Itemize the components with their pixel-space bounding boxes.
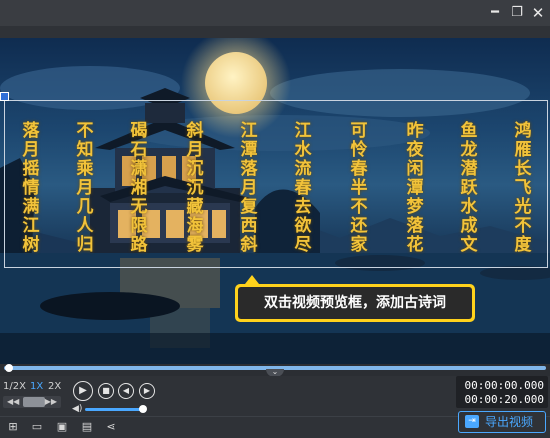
- poem-line: 落月摇情满江树: [22, 121, 40, 255]
- stop-icon[interactable]: ■: [98, 383, 114, 399]
- save-icon[interactable]: ▣: [55, 420, 69, 434]
- tooltip-text: 双击视频预览框，添加古诗词: [238, 287, 472, 319]
- export-video-button[interactable]: ⇥ 导出视频: [458, 411, 546, 433]
- new-project-icon[interactable]: ⊞: [6, 420, 20, 434]
- open-folder-icon[interactable]: ▭: [30, 420, 44, 434]
- volume-knob[interactable]: [139, 405, 147, 413]
- rewind-icon[interactable]: ◀◀: [7, 396, 19, 408]
- app-window: ━ ❐ ✕ 鸿雁长飞光不度 鱼龙潜跃水成文 昨夜闲潭梦落花 可怜春半不还家 江水…: [0, 0, 550, 438]
- minimize-icon[interactable]: ━: [486, 4, 504, 22]
- speed-option-2x[interactable]: 2X: [48, 380, 61, 394]
- speed-slider-thumb[interactable]: [23, 397, 45, 407]
- volume-slider[interactable]: [85, 408, 145, 411]
- speed-option-half[interactable]: 1/2X: [3, 380, 26, 394]
- poem-line: 可怜春半不还家: [350, 121, 368, 255]
- total-time: 00:00:20.000: [464, 393, 544, 406]
- play-icon[interactable]: ▶: [73, 381, 93, 401]
- time-display: 00:00:00.000 00:00:20.000: [456, 376, 548, 408]
- volume-icon[interactable]: ◀): [72, 404, 82, 414]
- speed-slider[interactable]: ◀◀ ▶▶: [3, 396, 61, 408]
- tooltip: 双击视频预览框，添加古诗词: [235, 284, 475, 322]
- poem-line: 碣石潇湘无限路: [130, 121, 148, 255]
- poem-line: 鱼龙潜跃水成文: [460, 121, 478, 255]
- share-icon[interactable]: ⋖: [104, 420, 118, 434]
- poem-line: 不知乘月几人归: [76, 121, 94, 255]
- restore-icon[interactable]: ❐: [508, 4, 526, 22]
- poem-line: 斜月沉沉藏海雾: [186, 121, 204, 255]
- timeline-playhead[interactable]: [5, 364, 13, 372]
- poem-line: 鸿雁长飞光不度: [514, 121, 532, 255]
- fast-forward-icon[interactable]: ▶▶: [45, 396, 57, 408]
- export-label: 导出视频: [485, 415, 534, 429]
- export-icon: ⇥: [465, 415, 479, 428]
- tooltip-arrow: [245, 275, 259, 284]
- save-as-icon[interactable]: ▤: [80, 420, 94, 434]
- poem-line: 江水流春去欲尽: [294, 121, 312, 255]
- timeline[interactable]: ⌄: [0, 364, 550, 377]
- poem-line: 江潭落月复西斜: [240, 121, 258, 255]
- poem-line: 昨夜闲潭梦落花: [406, 121, 424, 255]
- title-bar: ━ ❐ ✕: [0, 0, 550, 26]
- playback-controls: 1/2X 1X 2X ◀◀ ▶▶ ▶ ■ ◀ ▶ ◀) 00:00:00.000…: [0, 376, 550, 416]
- speed-option-1x[interactable]: 1X: [30, 380, 43, 394]
- video-preview[interactable]: 鸿雁长飞光不度 鱼龙潜跃水成文 昨夜闲潭梦落花 可怜春半不还家 江水流春去欲尽 …: [0, 38, 550, 364]
- next-frame-icon[interactable]: ▶: [139, 383, 155, 399]
- selection-handle[interactable]: [0, 92, 9, 101]
- prev-frame-icon[interactable]: ◀: [118, 383, 134, 399]
- current-time: 00:00:00.000: [464, 379, 544, 392]
- close-icon[interactable]: ✕: [529, 4, 547, 22]
